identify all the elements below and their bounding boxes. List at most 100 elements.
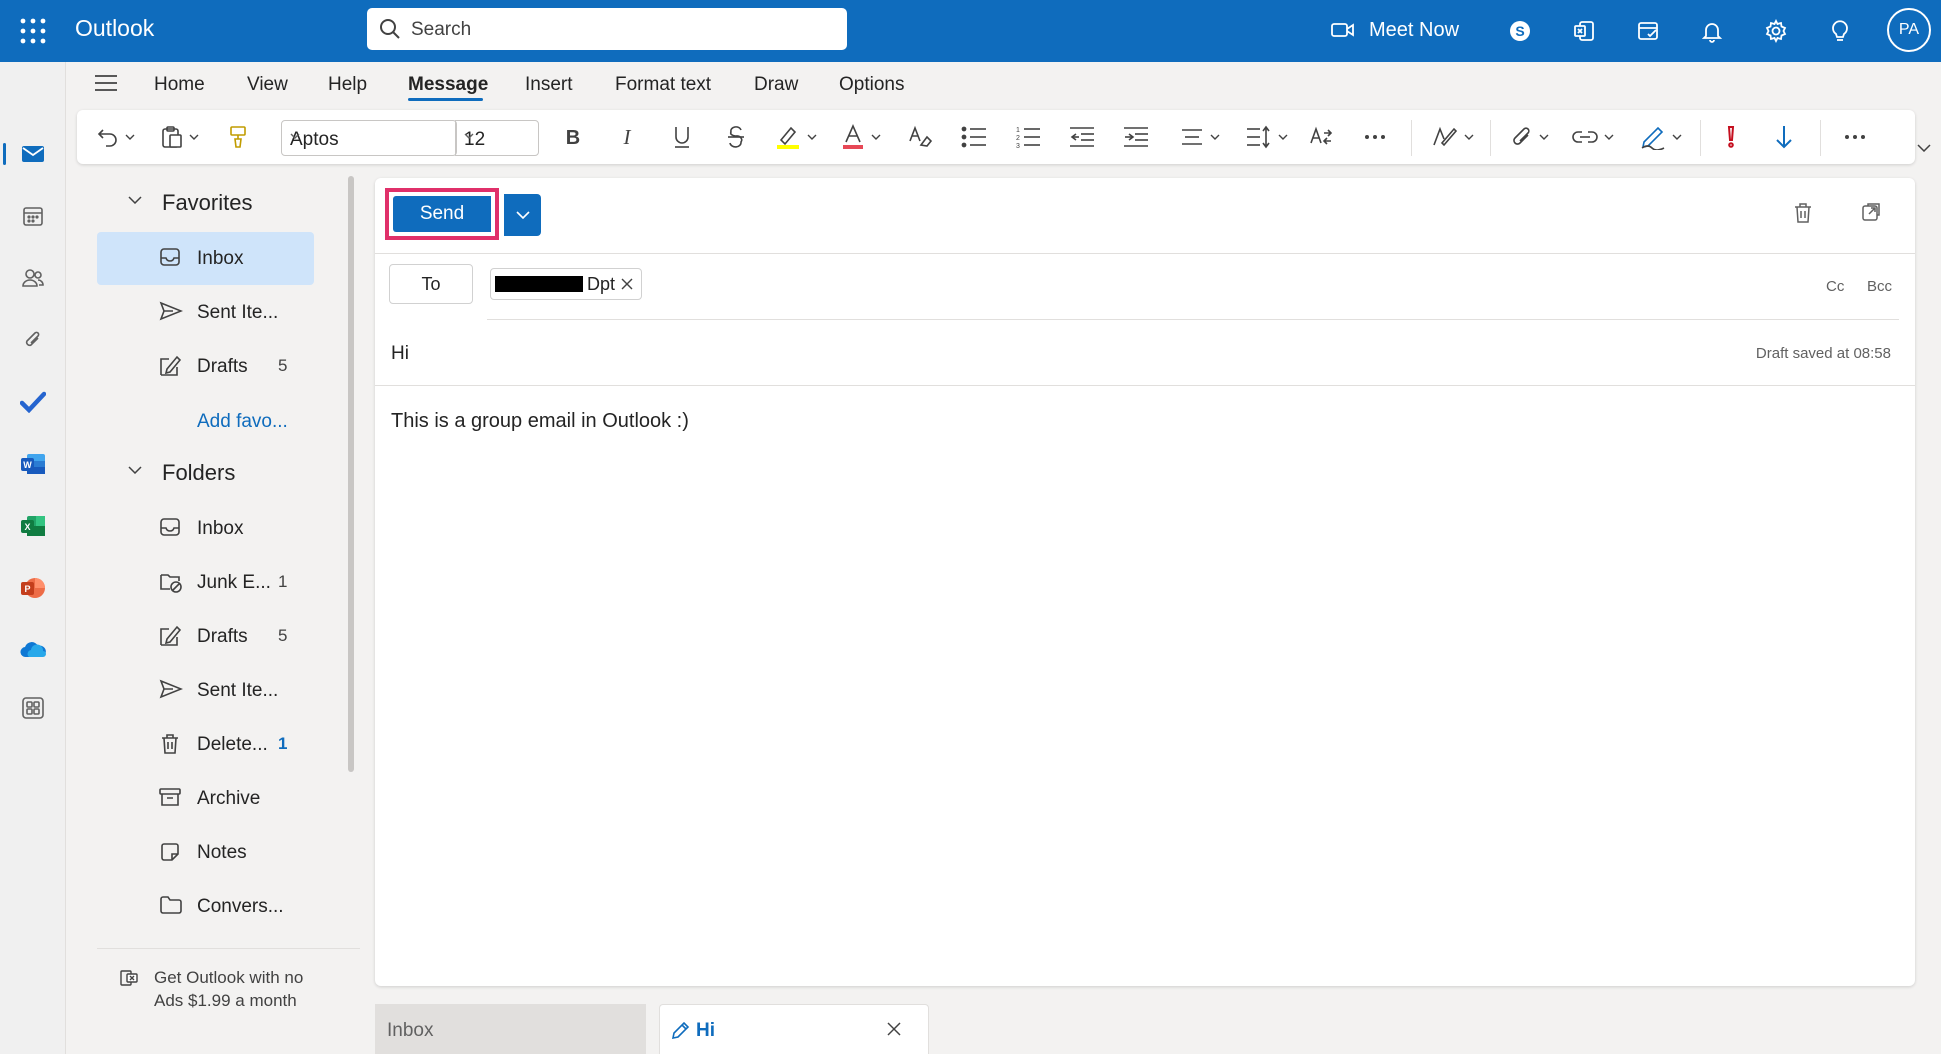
- add-favorite-link[interactable]: Add favo...: [197, 411, 288, 433]
- numbering-button[interactable]: 123: [1015, 122, 1041, 152]
- font-size-select[interactable]: 12: [455, 120, 539, 156]
- svg-text:P: P: [24, 584, 30, 594]
- ad-free-icon: [120, 970, 138, 986]
- pop-out-icon[interactable]: [1861, 202, 1881, 222]
- text-direction-button[interactable]: [1309, 122, 1333, 152]
- attachment-files-icon[interactable]: [14, 321, 52, 359]
- tab-home[interactable]: Home: [154, 74, 205, 96]
- cc-button[interactable]: Cc: [1826, 278, 1844, 295]
- folder-label: Archive: [197, 788, 261, 809]
- format-painter-button[interactable]: [228, 122, 248, 152]
- folder-drafts[interactable]: Drafts 5: [97, 610, 314, 663]
- send-button[interactable]: Send: [393, 196, 491, 232]
- folder-notes[interactable]: Notes: [97, 826, 314, 879]
- app-title[interactable]: Outlook: [75, 15, 154, 42]
- chevron-down-icon: [1210, 134, 1220, 140]
- font-name-select[interactable]: Aptos: [281, 120, 457, 156]
- meet-now-button[interactable]: Meet Now: [1331, 15, 1459, 45]
- folder-inbox[interactable]: Inbox: [97, 502, 314, 555]
- recipient-chip[interactable]: Dpt: [490, 268, 643, 300]
- tab-options[interactable]: Options: [839, 74, 904, 96]
- tab-format-text[interactable]: Format text: [615, 74, 711, 96]
- clear-formatting-button[interactable]: [907, 122, 933, 152]
- italic-button[interactable]: I: [618, 122, 636, 152]
- message-body[interactable]: This is a group email in Outlook :): [391, 410, 689, 433]
- notifications-bell-icon[interactable]: [1695, 14, 1729, 48]
- paste-button[interactable]: [161, 122, 199, 152]
- folder-label: Delete...: [197, 734, 268, 755]
- folder-pane-scrollbar[interactable]: [348, 176, 354, 772]
- folder-conversation-history[interactable]: Convers...: [97, 880, 314, 933]
- highlight-button[interactable]: [775, 122, 817, 152]
- tips-lightbulb-icon[interactable]: [1823, 14, 1857, 48]
- app-launcher-icon[interactable]: [18, 16, 48, 46]
- tab-view[interactable]: View: [247, 74, 288, 96]
- search-box[interactable]: Search: [367, 8, 847, 50]
- folders-heading[interactable]: Folders: [128, 460, 235, 486]
- word-app-icon[interactable]: W: [14, 445, 52, 483]
- folder-label: Inbox: [197, 248, 244, 269]
- more-options-button[interactable]: [1844, 122, 1866, 152]
- decrease-indent-button[interactable]: [1069, 122, 1095, 152]
- pencil-icon: [670, 1021, 690, 1041]
- toolbar-divider: [1820, 120, 1821, 156]
- strikethrough-button[interactable]: [726, 122, 746, 152]
- alignment-button[interactable]: [1180, 122, 1220, 152]
- video-camera-icon: [1331, 21, 1355, 39]
- to-button[interactable]: To: [389, 264, 473, 304]
- bold-button[interactable]: B: [564, 122, 582, 152]
- ribbon-expand-chevron-icon[interactable]: [1917, 144, 1931, 152]
- increase-indent-button[interactable]: [1123, 122, 1149, 152]
- folder-sent-items[interactable]: Sent Ite...: [97, 664, 314, 717]
- bottom-tab-inbox[interactable]: Inbox: [375, 1004, 646, 1054]
- undo-button[interactable]: [97, 122, 135, 152]
- skype-icon[interactable]: S: [1503, 14, 1537, 48]
- onedrive-cloud-icon[interactable]: [14, 631, 52, 669]
- account-avatar[interactable]: PA: [1887, 8, 1931, 52]
- remove-recipient-close-icon[interactable]: [621, 278, 633, 290]
- high-importance-button[interactable]: [1724, 122, 1738, 152]
- powerpoint-app-icon[interactable]: P: [14, 569, 52, 607]
- favorites-heading[interactable]: Favorites: [128, 190, 252, 216]
- bcc-button[interactable]: Bcc: [1867, 278, 1892, 295]
- more-apps-icon[interactable]: [14, 689, 52, 727]
- people-icon[interactable]: [14, 259, 52, 297]
- mail-icon[interactable]: [14, 135, 52, 173]
- more-formatting-button[interactable]: [1364, 122, 1386, 152]
- settings-gear-icon[interactable]: [1759, 14, 1793, 48]
- bullets-button[interactable]: [961, 122, 987, 152]
- folder-archive[interactable]: Archive: [97, 772, 314, 825]
- underline-button[interactable]: [672, 122, 692, 152]
- folder-deleted-items[interactable]: Delete... 1: [97, 718, 314, 771]
- folder-junk-email[interactable]: Junk E... 1: [97, 556, 314, 609]
- favorite-drafts[interactable]: Drafts 5: [97, 340, 314, 393]
- editor-button[interactable]: [1432, 122, 1474, 152]
- office-app-icon[interactable]: [1567, 14, 1601, 48]
- favorite-inbox[interactable]: Inbox: [97, 232, 314, 285]
- hamburger-menu-icon[interactable]: [94, 73, 118, 93]
- close-draft-tab-icon[interactable]: [886, 1021, 902, 1037]
- send-options-dropdown[interactable]: [504, 194, 541, 236]
- excel-app-icon[interactable]: X: [14, 507, 52, 545]
- tab-draw[interactable]: Draw: [754, 74, 798, 96]
- calendar-icon[interactable]: [14, 197, 52, 235]
- insert-link-button[interactable]: [1572, 122, 1614, 152]
- tab-insert[interactable]: Insert: [525, 74, 573, 96]
- favorite-sent-items[interactable]: Sent Ite...: [97, 286, 314, 339]
- todo-check-icon[interactable]: [14, 383, 52, 421]
- font-color-button[interactable]: [841, 122, 881, 152]
- numbered-list-icon: 123: [1015, 125, 1041, 149]
- signature-button[interactable]: [1640, 122, 1682, 152]
- low-importance-button[interactable]: [1774, 122, 1794, 152]
- my-day-icon[interactable]: [1631, 14, 1665, 48]
- bottom-tab-draft[interactable]: Hi: [659, 1004, 929, 1054]
- subject-field[interactable]: Hi: [391, 343, 409, 365]
- tab-help[interactable]: Help: [328, 74, 367, 96]
- rail-active-indicator: [3, 143, 6, 165]
- line-spacing-button[interactable]: [1246, 122, 1288, 152]
- chevron-down-icon: [128, 196, 142, 204]
- chevron-down-icon: [125, 134, 135, 140]
- tab-message[interactable]: Message: [408, 74, 488, 96]
- attach-file-button[interactable]: [1511, 122, 1549, 152]
- discard-trash-icon[interactable]: [1793, 202, 1813, 224]
